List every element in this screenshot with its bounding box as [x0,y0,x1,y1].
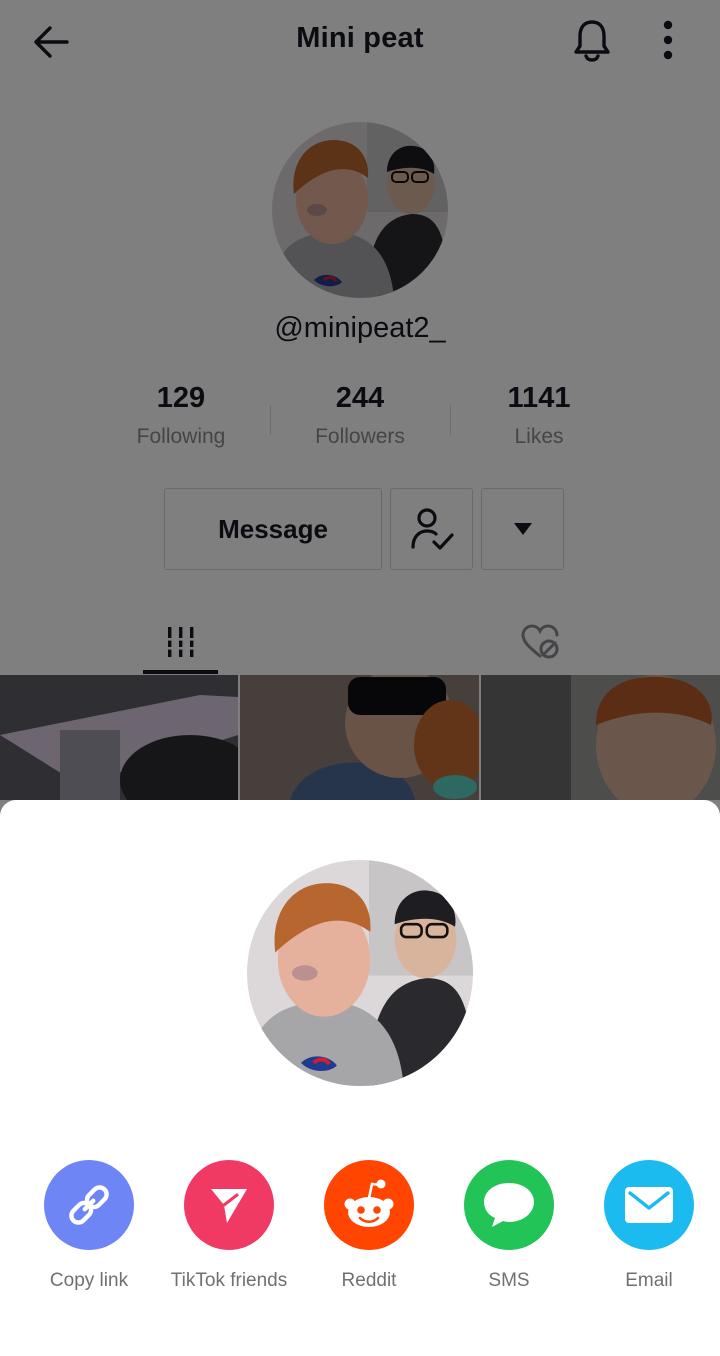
share-email-button[interactable]: Email [579,1160,719,1293]
share-icon-circle [604,1160,694,1250]
share-label: SMS [488,1270,530,1291]
chat-bubble-icon [484,1183,534,1227]
share-icon-circle [44,1160,134,1250]
share-sms-button[interactable]: SMS [439,1160,579,1293]
share-tiktok-friends-button[interactable]: TikTok friends [159,1160,299,1293]
share-label: Email [625,1270,673,1291]
share-icon-circle [324,1160,414,1250]
share-label: TikTok friends [170,1270,288,1291]
share-label: Reddit [341,1270,397,1291]
share-icon-circle [464,1160,554,1250]
reddit-icon [344,1179,394,1227]
mail-icon [625,1187,673,1223]
share-copy-link-button[interactable]: Copy link [19,1160,159,1293]
share-icon-circle [184,1160,274,1250]
share-profile-avatar [247,860,473,1086]
send-arrow-icon [211,1189,247,1223]
share-reddit-button[interactable]: Reddit [299,1160,439,1293]
link-icon [69,1185,109,1225]
share-label: Copy link [49,1270,129,1291]
share-sheet: Copy link TikTok friends Reddit SMS Emai… [0,800,720,1356]
